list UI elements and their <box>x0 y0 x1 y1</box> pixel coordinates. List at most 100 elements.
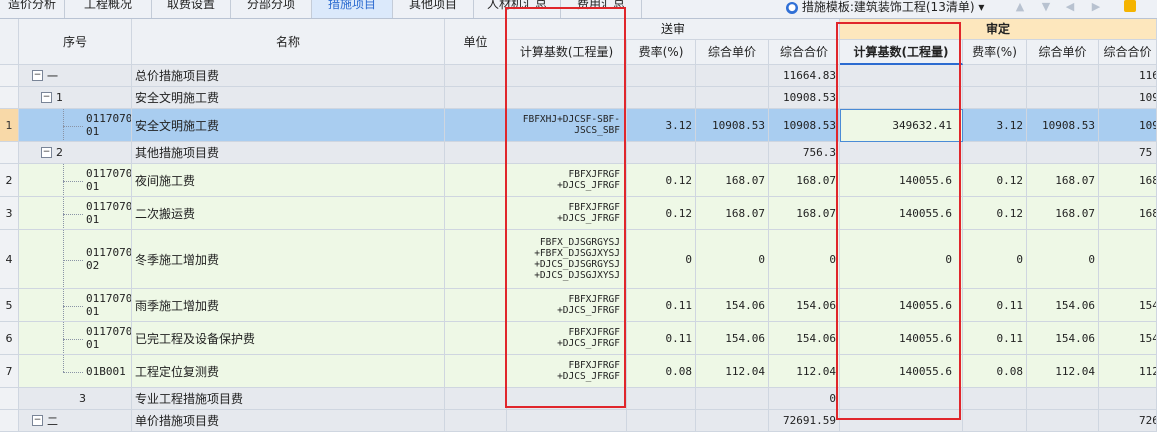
item-name[interactable]: 雨季施工增加费 <box>132 289 445 322</box>
audit-base[interactable] <box>840 65 963 87</box>
item-code[interactable]: 0117070010 01 <box>19 109 132 142</box>
submit-unit-price[interactable]: 154.06 <box>696 289 769 322</box>
item-code[interactable]: 0117070050 02 <box>19 230 132 289</box>
submit-unit-price[interactable] <box>696 388 769 410</box>
submit-rate[interactable] <box>627 388 696 410</box>
item-name[interactable]: 夜间施工费 <box>132 164 445 197</box>
audit-unit-price[interactable]: 112.04 <box>1027 355 1099 388</box>
tab-material-summary[interactable]: 人材机汇总 <box>474 0 561 18</box>
audit-base[interactable]: 140055.6 <box>840 197 963 230</box>
submit-total[interactable]: 168.07 <box>769 164 840 197</box>
item-name[interactable]: 安全文明施工费 <box>132 109 445 142</box>
audit-unit-price[interactable]: 154.06 <box>1027 289 1099 322</box>
row-number[interactable]: 5 <box>0 289 19 322</box>
submit-base[interactable]: FBFXHJ+DJCSF-SBF- JSCS_SBF <box>507 109 627 142</box>
submit-unit-price[interactable]: 0 <box>696 230 769 289</box>
item-name[interactable]: 专业工程措施项目费 <box>132 388 445 410</box>
audit-total[interactable]: 11664 <box>1099 65 1157 87</box>
collapse-toggle-icon[interactable]: − <box>41 92 52 103</box>
tab-project-overview[interactable]: 工程概况 <box>65 0 152 18</box>
item-code[interactable]: 01B001 <box>19 355 132 388</box>
submit-base[interactable]: FBFXJFRGF +DJCS_JFRGF <box>507 322 627 355</box>
submit-rate[interactable] <box>627 142 696 164</box>
item-unit[interactable] <box>445 109 507 142</box>
collapse-toggle-icon[interactable]: − <box>32 415 43 426</box>
row-number[interactable]: 6 <box>0 322 19 355</box>
audit-total[interactable]: 154 <box>1099 289 1157 322</box>
audit-total[interactable]: 10908 <box>1099 87 1157 109</box>
item-name[interactable]: 其他措施项目费 <box>132 142 445 164</box>
item-code[interactable]: 0117070040 01 <box>19 197 132 230</box>
item-name[interactable]: 总价措施项目费 <box>132 65 445 87</box>
audit-unit-price[interactable] <box>1027 388 1099 410</box>
audit-rate[interactable] <box>963 142 1027 164</box>
collapse-toggle-icon[interactable]: − <box>41 147 52 158</box>
row-number[interactable] <box>0 142 19 164</box>
submit-total[interactable]: 756.3 <box>769 142 840 164</box>
submit-base[interactable] <box>507 388 627 410</box>
audit-base[interactable] <box>840 388 963 410</box>
tree-node[interactable]: 3 <box>19 388 132 410</box>
audit-base[interactable] <box>840 87 963 109</box>
submit-total[interactable]: 10908.53 <box>769 87 840 109</box>
audit-rate[interactable] <box>963 87 1027 109</box>
submit-total[interactable]: 11664.83 <box>769 65 840 87</box>
audit-base[interactable]: 140055.6 <box>840 164 963 197</box>
submit-base[interactable] <box>507 87 627 109</box>
item-unit[interactable] <box>445 388 507 410</box>
submit-unit-price[interactable]: 112.04 <box>696 355 769 388</box>
audit-unit-price[interactable] <box>1027 87 1099 109</box>
audit-unit-price[interactable]: 0 <box>1027 230 1099 289</box>
audit-total[interactable]: 75 <box>1099 142 1157 164</box>
tree-node[interactable]: − 二 <box>19 410 132 432</box>
audit-total[interactable]: 72691 <box>1099 410 1157 432</box>
audit-base[interactable]: 140055.6 <box>840 355 963 388</box>
submit-rate[interactable] <box>627 410 696 432</box>
audit-base[interactable]: 0 <box>840 230 963 289</box>
submit-base[interactable]: FBFXJFRGF +DJCS_JFRGF <box>507 355 627 388</box>
audit-base[interactable]: 140055.6 <box>840 322 963 355</box>
audit-rate[interactable]: 3.12 <box>963 109 1027 142</box>
audit-total[interactable]: 168 <box>1099 164 1157 197</box>
audit-rate[interactable] <box>963 410 1027 432</box>
item-code[interactable]: 0117070050 01 <box>19 289 132 322</box>
row-number[interactable]: 2 <box>0 164 19 197</box>
item-unit[interactable] <box>445 197 507 230</box>
submit-total[interactable]: 112.04 <box>769 355 840 388</box>
submit-base[interactable]: FBFXJFRGF +DJCS_JFRGF <box>507 197 627 230</box>
audit-base[interactable]: 349632.41 <box>840 109 963 142</box>
submit-rate[interactable]: 3.12 <box>627 109 696 142</box>
arrow-up-icon[interactable]: ▲ <box>1014 0 1026 13</box>
collapse-toggle-icon[interactable]: − <box>32 70 43 81</box>
arrow-right-icon[interactable]: ▶ <box>1090 0 1102 13</box>
row-number[interactable]: 4 <box>0 230 19 289</box>
item-unit[interactable] <box>445 230 507 289</box>
audit-rate[interactable] <box>963 388 1027 410</box>
settings-icon[interactable] <box>1124 0 1136 12</box>
submit-unit-price[interactable]: 154.06 <box>696 322 769 355</box>
submit-total[interactable]: 10908.53 <box>769 109 840 142</box>
audit-rate[interactable]: 0.12 <box>963 164 1027 197</box>
submit-unit-price[interactable]: 168.07 <box>696 164 769 197</box>
audit-unit-price[interactable] <box>1027 410 1099 432</box>
submit-unit-price[interactable]: 168.07 <box>696 197 769 230</box>
submit-total[interactable]: 168.07 <box>769 197 840 230</box>
submit-rate[interactable]: 0 <box>627 230 696 289</box>
submit-unit-price[interactable] <box>696 87 769 109</box>
audit-rate[interactable]: 0.12 <box>963 197 1027 230</box>
submit-total[interactable]: 154.06 <box>769 322 840 355</box>
item-unit[interactable] <box>445 289 507 322</box>
audit-rate[interactable]: 0.11 <box>963 322 1027 355</box>
audit-base[interactable] <box>840 142 963 164</box>
submit-base[interactable]: FBFX_DJSGRGYSJ +FBFX_DJSGJXYSJ +DJCS_DJS… <box>507 230 627 289</box>
row-number[interactable]: 3 <box>0 197 19 230</box>
audit-total[interactable]: 154 <box>1099 322 1157 355</box>
item-name[interactable]: 安全文明施工费 <box>132 87 445 109</box>
submit-base[interactable] <box>507 410 627 432</box>
audit-total[interactable]: 112 <box>1099 355 1157 388</box>
submit-base[interactable] <box>507 65 627 87</box>
row-number[interactable]: 7 <box>0 355 19 388</box>
audit-rate[interactable] <box>963 65 1027 87</box>
submit-unit-price[interactable] <box>696 142 769 164</box>
arrow-left-icon[interactable]: ◀ <box>1064 0 1076 13</box>
